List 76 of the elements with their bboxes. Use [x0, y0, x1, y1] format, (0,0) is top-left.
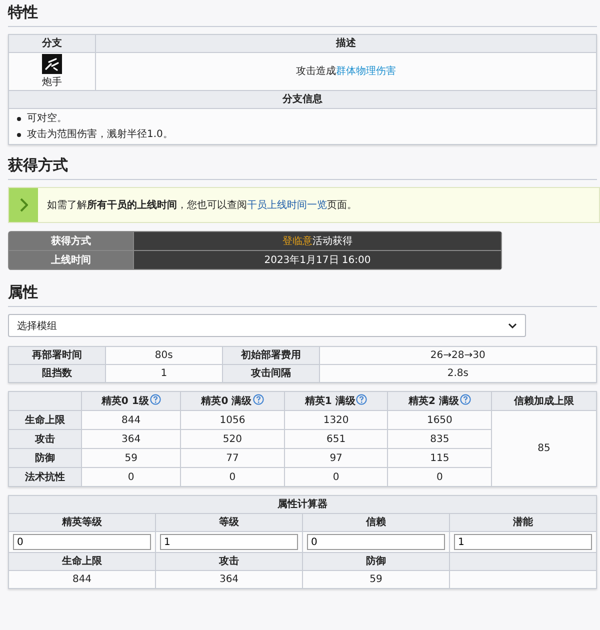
column-header: 描述 — [96, 34, 596, 52]
column-header: 潜能 — [450, 514, 596, 532]
caret-icon — [508, 322, 517, 328]
row-label: 防御 — [8, 448, 82, 468]
table-cell: 26→28→30 — [319, 346, 596, 364]
column-header: 精英等级 — [8, 514, 156, 532]
table-cell: 80s — [106, 346, 222, 364]
table-cell: 835 — [388, 430, 492, 448]
table-cell: 115 — [388, 448, 492, 468]
column-header: 生命上限 — [8, 552, 156, 570]
table-cell: 1 — [106, 364, 222, 382]
info-text: 可对空。 — [27, 112, 67, 125]
table-cell: 844 — [82, 410, 181, 430]
table-cell: 59 — [82, 448, 181, 468]
table-cell: 1056 — [180, 410, 284, 430]
input-field[interactable]: 0 — [307, 534, 445, 550]
table-cell: 77 — [180, 448, 284, 468]
row-label: 再部署时间 — [8, 346, 106, 364]
help-icon[interactable] — [150, 394, 161, 405]
table-cell: 364 — [156, 570, 302, 588]
bullet-icon — [17, 116, 21, 120]
table-cell: 651 — [284, 430, 388, 448]
column-header: 信赖加成上限 — [492, 392, 596, 410]
notice-link[interactable]: 干员上线时间一览 — [247, 200, 327, 211]
input-field[interactable]: 1 — [454, 534, 592, 550]
table-cell: 97 — [284, 448, 388, 468]
section-heading: 获得方式 — [8, 156, 68, 174]
row-value: 登临意活动获得 — [282, 236, 352, 247]
help-icon[interactable] — [460, 394, 471, 405]
chevron-icon — [20, 198, 28, 212]
info-text: 攻击为范围伤害，溅射半径1.0。 — [27, 128, 173, 141]
table-cell: 0 — [388, 468, 492, 486]
table-cell: 59 — [302, 570, 450, 588]
row-label: 初始部署费用 — [222, 346, 320, 364]
section-heading: 特性 — [8, 3, 38, 21]
column-header: 精英0 满级 — [201, 396, 252, 407]
input-field[interactable]: 1 — [160, 534, 298, 550]
description-text: 攻击造成群体物理伤害 — [296, 66, 396, 77]
column-header: 精英1 满级 — [304, 396, 356, 407]
help-icon[interactable] — [252, 394, 264, 405]
table-cell: 844 — [8, 570, 156, 588]
row-label: 生命上限 — [8, 410, 82, 430]
table-cell: 364 — [82, 430, 181, 448]
module-select[interactable]: 选择模组 — [8, 314, 526, 337]
table-cell: 85 — [492, 410, 596, 486]
table-cell: 0 — [82, 468, 181, 486]
notice-text: 如需了解所有干员的上线时间，您也可以查阅干员上线时间一览页面。 — [46, 198, 357, 212]
row-value: 2023年1月17日 16:00 — [264, 255, 371, 266]
branch-name: 炮手 — [41, 76, 63, 89]
table-cell: 1650 — [388, 410, 492, 430]
column-header: 攻击 — [156, 552, 302, 570]
event-link[interactable]: 登临意 — [282, 236, 312, 247]
description-link[interactable]: 群体物理伤害 — [336, 66, 396, 77]
section-header: 分支信息 — [8, 90, 596, 108]
table-cell: 0 — [180, 468, 284, 486]
column-header: 等级 — [156, 514, 302, 532]
column-header: 防御 — [302, 552, 450, 570]
bullet-icon — [17, 132, 21, 136]
row-label: 获得方式 — [8, 232, 134, 250]
row-label: 阻挡数 — [8, 364, 106, 382]
row-label: 攻击间隔 — [222, 364, 320, 382]
table-cell: 2.8s — [319, 364, 596, 382]
section-heading: 属性 — [8, 283, 38, 301]
row-label: 法术抗性 — [8, 468, 82, 486]
table-cell: 1320 — [284, 410, 388, 430]
column-header: 分支 — [8, 34, 96, 52]
row-label: 攻击 — [8, 430, 82, 448]
table-title: 属性计算器 — [8, 496, 596, 514]
help-icon[interactable] — [356, 394, 368, 405]
table-cell: 520 — [180, 430, 284, 448]
column-header: 精英2 满级 — [408, 396, 459, 407]
column-header: 精英0 1级 — [101, 396, 149, 407]
input-field[interactable]: 0 — [13, 534, 151, 550]
table-cell: 0 — [284, 468, 388, 486]
row-label: 上线时间 — [8, 250, 134, 270]
column-header: 信赖 — [302, 514, 450, 532]
